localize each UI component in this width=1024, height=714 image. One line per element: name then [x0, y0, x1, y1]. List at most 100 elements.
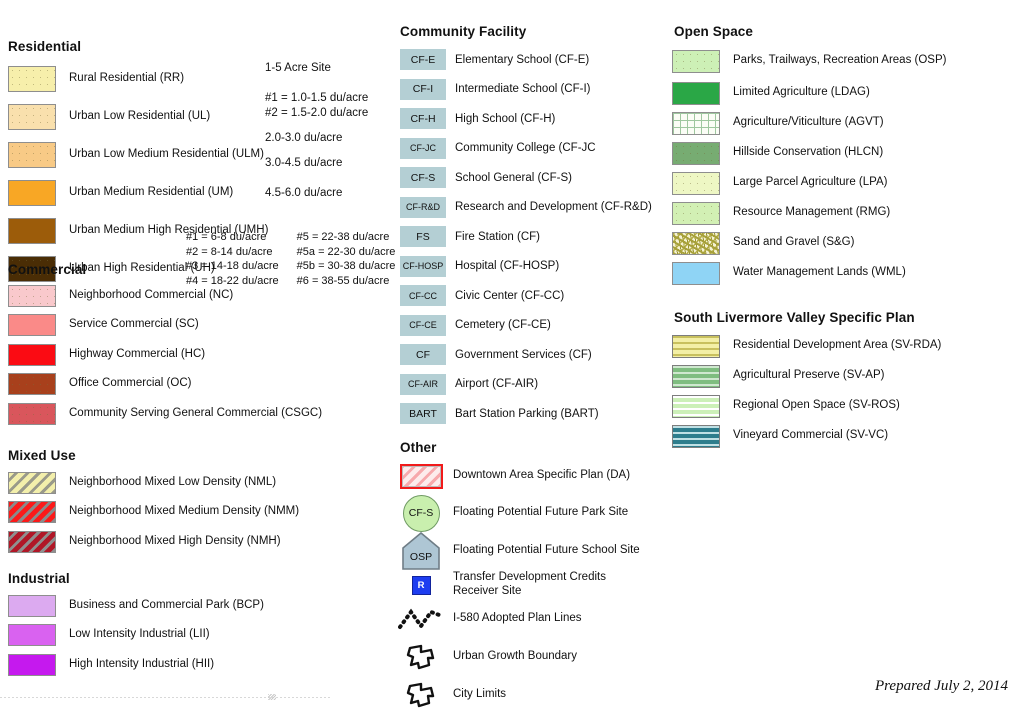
legend-row-industrial: High Intensity Industrial (HII) [8, 650, 264, 680]
legend-row-open-space: Resource Management (RMG) [672, 198, 946, 228]
legend-label: Resource Management (RMG) [733, 206, 891, 219]
legend-label: Cemetery (CF-CE) [455, 319, 551, 332]
legend-label: Office Commercial (OC) [69, 377, 192, 390]
legend-row-commercial: Neighborhood Commercial (NC) [8, 281, 322, 311]
section-title-open-space: Open Space [674, 24, 754, 39]
color-swatch [8, 624, 56, 647]
density-table-column-2: #5 = 22-38 du/acre #5a = 22-30 du/acre #5b… [297, 230, 396, 288]
facility-code-badge: CF-R&D [400, 196, 446, 218]
legend-row-open-space: Large Parcel Agriculture (LPA) [672, 168, 946, 198]
legend-label: Rural Residential (RR) [69, 72, 185, 85]
section-title-south-livermore: South Livermore Valley Specific Plan [674, 310, 915, 325]
section-title-industrial: Industrial [8, 571, 70, 586]
facility-code-badge: CF-H [400, 108, 446, 130]
legend-label: Agricultural Preserve (SV-AP) [733, 369, 885, 382]
legend-label: Business and Commercial Park (BCP) [69, 598, 264, 611]
color-swatch [8, 373, 56, 396]
facility-code-badge: CF-CC [400, 285, 446, 307]
blue-square-icon: R [411, 575, 431, 595]
legend-row-open-space: Limited Agriculture (LDAG) [672, 78, 946, 108]
color-swatch [672, 49, 720, 73]
lined-swatch [672, 334, 720, 358]
legend-symbol: R [397, 575, 445, 595]
bottom-dotted-rule [0, 697, 330, 698]
legend-label: Bart Station Parking (BART) [455, 407, 599, 420]
legend-symbol: OSP [397, 531, 445, 570]
legend-label: Urban Growth Boundary [453, 650, 578, 663]
section-title-commercial: Commercial [8, 262, 87, 277]
legend-row-other: R Transfer Development Credits Receiver S… [397, 570, 640, 600]
legend-row-community-facility: CF-R&D Research and Development (CF-R&D) [400, 193, 652, 223]
legend-row-other: CF-S Floating Potential Future Park Site [397, 494, 640, 532]
legend-label: Water Management Lands (WML) [733, 266, 906, 279]
legend-symbol [397, 680, 445, 710]
bottom-hatch-tick [268, 694, 276, 700]
color-swatch [672, 81, 720, 105]
density-note-line: 4.5-6.0 du/acre [265, 187, 343, 199]
density-table-cell: #5b = 30-38 du/acre [296, 260, 396, 273]
color-swatch [8, 284, 56, 307]
color-swatch [8, 104, 56, 130]
section-title-community-facility: Community Facility [400, 24, 527, 39]
facility-code-badge: CF [400, 344, 446, 366]
legend-symbol [397, 463, 445, 489]
density-table-cell: #1 = 6-8 du/acre [186, 231, 267, 243]
other-list: Downtown Area Specific Plan (DA) CF-S Floa… [397, 458, 640, 714]
legend-label: Floating Potential Future School Site [453, 544, 640, 557]
commercial-list: Neighborhood Commercial (NC) Service Comm… [8, 281, 322, 429]
legend-label: Residential Development Area (SV-RDA) [733, 339, 942, 352]
legend-label: High Intensity Industrial (HII) [69, 657, 215, 670]
legend-row-other: Downtown Area Specific Plan (DA) [397, 458, 640, 494]
boundary-outline-icon [406, 682, 435, 708]
facility-code-badge: CF-E [400, 49, 446, 71]
facility-code-badge: BART [400, 403, 446, 425]
legend-label: Vineyard Commercial (SV-VC) [733, 429, 889, 442]
community-facility-list: CF-E Elementary School (CF-E) CF-I Intermed… [400, 45, 652, 429]
facility-code-badge: CF-S [400, 167, 446, 189]
density-note: 3.0-4.5 du/acre [265, 156, 342, 171]
legend-label: School General (CF-S) [455, 171, 572, 184]
legend-label: Fire Station (CF) [455, 230, 540, 243]
legend-row-community-facility: CF-CC Civic Center (CF-CC) [400, 281, 652, 311]
facility-code-badge: CF-JC [400, 137, 446, 159]
legend-row-community-facility: BART Bart Station Parking (BART) [400, 399, 652, 429]
legend-row-community-facility: CF Government Services (CF) [400, 340, 652, 370]
legend-row-commercial: Highway Commercial (HC) [8, 340, 322, 370]
color-swatch [672, 141, 720, 165]
legend-row-community-facility: CF-E Elementary School (CF-E) [400, 45, 652, 75]
legend-row-open-space: Agriculture/Viticulture (AGVT) [672, 108, 946, 138]
legend-row-south-livermore: Agricultural Preserve (SV-AP) [672, 361, 941, 391]
legend-row-community-facility: CF-H High School (CF-H) [400, 104, 652, 134]
density-table-cell: #3 = 14-18 du/acre [186, 260, 279, 273]
legend-label: Hospital (CF-HOSP) [455, 260, 560, 273]
facility-code-badge: CF-I [400, 78, 446, 100]
legend-label: I-580 Adopted Plan Lines [453, 612, 582, 625]
facility-code-badge: FS [400, 226, 446, 248]
legend-label: Service Commercial (SC) [69, 318, 199, 331]
density-note: 1-5 Acre Site [265, 61, 331, 76]
density-note-line: 1-5 Acre Site [265, 62, 331, 74]
legend-row-commercial: Office Commercial (OC) [8, 370, 322, 400]
pentagon-icon: OSP [402, 531, 440, 570]
legend-label: Parks, Trailways, Recreation Areas (OSP) [733, 54, 947, 67]
mixed-use-list: Neighborhood Mixed Low Density (NML) Neig… [8, 468, 299, 557]
color-swatch [8, 402, 56, 425]
facility-code-badge: CF-AIR [400, 373, 446, 395]
legend-row-other: OSP Floating Potential Future School Site [397, 531, 640, 570]
lined-swatch [672, 394, 720, 418]
legend-row-other: Urban Growth Boundary [397, 638, 640, 676]
legend-row-community-facility: CF-CE Cemetery (CF-CE) [400, 311, 652, 341]
legend-label: Neighborhood Mixed High Density (NMH) [69, 534, 281, 547]
legend-row-residential: Urban Low Residential (UL) [8, 98, 268, 136]
color-swatch [8, 594, 56, 617]
boundary-outline-icon [406, 644, 435, 670]
color-swatch [672, 201, 720, 225]
green-circle-icon: CF-S [402, 494, 440, 532]
legend-row-commercial: Service Commercial (SC) [8, 311, 322, 341]
legend-label: Floating Potential Future Park Site [453, 506, 629, 519]
legend-label: Airport (CF-AIR) [455, 378, 539, 391]
legend-label: Downtown Area Specific Plan (DA) [453, 469, 631, 482]
hatched-swatch [8, 471, 56, 494]
legend-label: Government Services (CF) [455, 348, 592, 361]
prepared-date: Prepared July 2, 2014 [874, 678, 1008, 694]
